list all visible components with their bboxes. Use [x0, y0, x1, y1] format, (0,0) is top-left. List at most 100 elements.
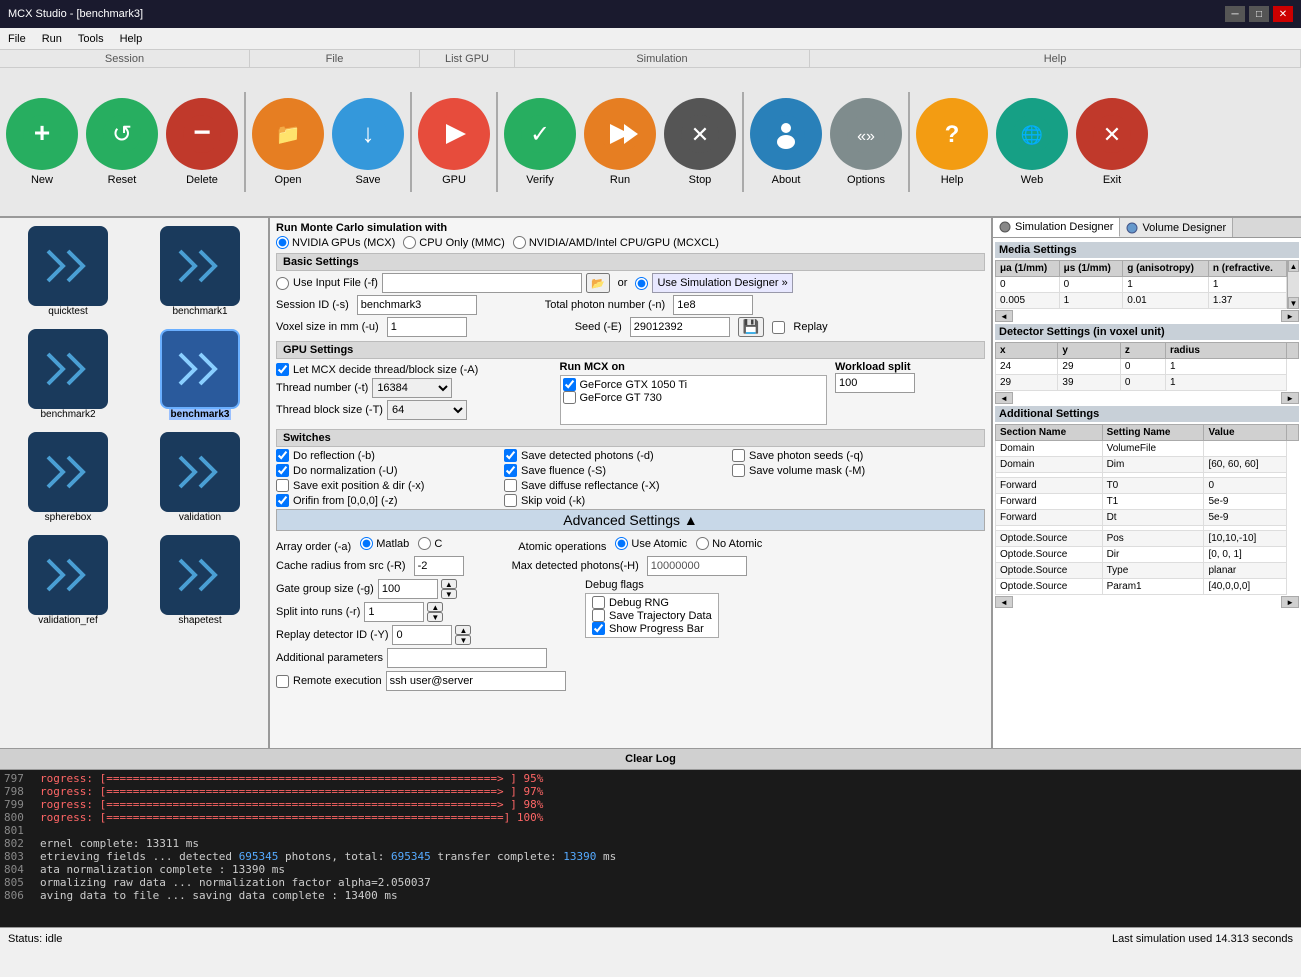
gate-down[interactable]: ▼: [441, 589, 457, 599]
menu-run[interactable]: Run: [34, 31, 70, 47]
about-button[interactable]: About: [746, 98, 826, 186]
sw9-checkbox[interactable]: [732, 449, 745, 462]
verify-button[interactable]: ✓ Verify: [500, 98, 580, 186]
debug-rng-row[interactable]: Debug RNG: [592, 596, 712, 609]
sw4-row[interactable]: Orifin from [0,0,0] (-z): [276, 494, 496, 507]
workload-value-field[interactable]: [835, 373, 915, 393]
session-item-validation-ref[interactable]: validation_ref: [8, 535, 128, 626]
media-scroll-right[interactable]: ►: [1281, 310, 1299, 322]
session-item-quicktest[interactable]: quicktest: [8, 226, 128, 317]
add-scroll-right[interactable]: ►: [1281, 596, 1299, 608]
use-input-file-radio[interactable]: [276, 277, 289, 290]
matlab-radio[interactable]: [360, 537, 373, 550]
session-item-shapetest[interactable]: shapetest: [140, 535, 260, 626]
options-button[interactable]: «» Options: [826, 98, 906, 186]
nvidia-gpu-radio[interactable]: [276, 236, 289, 249]
open-button[interactable]: 📁 Open: [248, 98, 328, 186]
cpu-only-option[interactable]: CPU Only (MMC): [403, 236, 505, 249]
thread-block-select[interactable]: 64: [387, 400, 467, 420]
tab-volume-designer[interactable]: Volume Designer: [1120, 218, 1233, 237]
media-scroll-up[interactable]: ▲: [1288, 260, 1299, 272]
det-scroll-left[interactable]: ◄: [995, 392, 1013, 404]
media-scroll-left[interactable]: ◄: [995, 310, 1013, 322]
gpu1-checkbox[interactable]: [563, 378, 576, 391]
seed-browse-button[interactable]: 💾: [738, 317, 765, 337]
sw4-checkbox[interactable]: [276, 494, 289, 507]
menu-file[interactable]: File: [0, 31, 34, 47]
amd-radio[interactable]: [513, 236, 526, 249]
log-area[interactable]: 797 rogress: [==========================…: [0, 770, 1301, 927]
run-button[interactable]: Run: [580, 98, 660, 186]
let-mcx-checkbox[interactable]: [276, 363, 289, 376]
gate-up[interactable]: ▲: [441, 579, 457, 589]
sw1-row[interactable]: Do reflection (-b): [276, 449, 496, 462]
remote-exec-checkbox[interactable]: [276, 675, 289, 688]
media-scroll-down[interactable]: ▼: [1288, 297, 1299, 309]
sw7-row[interactable]: Save diffuse reflectance (-X): [504, 479, 724, 492]
additional-params-field[interactable]: [387, 648, 547, 668]
gate-group-field[interactable]: [378, 579, 438, 599]
maximize-button[interactable]: □: [1249, 6, 1269, 22]
sw5-checkbox[interactable]: [504, 449, 517, 462]
show-progress-row[interactable]: Show Progress Bar: [592, 622, 712, 635]
tab-simulation-designer[interactable]: Simulation Designer: [993, 218, 1120, 237]
det-scroll-right[interactable]: ►: [1281, 392, 1299, 404]
new-button[interactable]: + New: [2, 98, 82, 186]
session-item-validation[interactable]: validation: [140, 432, 260, 523]
nvidia-gpu-option[interactable]: NVIDIA GPUs (MCX): [276, 236, 395, 249]
no-atomic-option[interactable]: No Atomic: [696, 537, 762, 550]
sw2-row[interactable]: Do normalization (-U): [276, 464, 496, 477]
total-photon-field[interactable]: [673, 295, 753, 315]
split-runs-field[interactable]: [364, 602, 424, 622]
replay-det-field[interactable]: [392, 625, 452, 645]
reset-button[interactable]: ↺ Reset: [82, 98, 162, 186]
matlab-option[interactable]: Matlab: [360, 537, 409, 550]
session-item-benchmark3[interactable]: benchmark3: [140, 329, 260, 420]
c-radio[interactable]: [418, 537, 431, 550]
use-designer-radio[interactable]: [635, 277, 648, 290]
close-button[interactable]: ✕: [1273, 6, 1293, 22]
sw7-checkbox[interactable]: [504, 479, 517, 492]
input-file-field[interactable]: [382, 273, 582, 293]
sw3-checkbox[interactable]: [276, 479, 289, 492]
max-detected-field[interactable]: [647, 556, 747, 576]
voxel-size-field[interactable]: [387, 317, 467, 337]
amd-option[interactable]: NVIDIA/AMD/Intel CPU/GPU (MCXCL): [513, 236, 719, 249]
browse-button[interactable]: 📂: [586, 273, 610, 293]
sw10-row[interactable]: Save volume mask (-M): [732, 464, 912, 477]
menu-help[interactable]: Help: [112, 31, 151, 47]
sw8-row[interactable]: Skip void (-k): [504, 494, 724, 507]
session-item-spherebox[interactable]: spherebox: [8, 432, 128, 523]
use-atomic-radio[interactable]: [615, 537, 628, 550]
cpu-only-radio[interactable]: [403, 236, 416, 249]
seed-field[interactable]: [630, 317, 730, 337]
no-atomic-radio[interactable]: [696, 537, 709, 550]
sw3-row[interactable]: Save exit position & dir (-x): [276, 479, 496, 492]
sw6-row[interactable]: Save fluence (-S): [504, 464, 724, 477]
advanced-settings-collapse[interactable]: Advanced Settings ▲: [276, 509, 985, 531]
save-trajectory-checkbox[interactable]: [592, 609, 605, 622]
log-clear-button[interactable]: Clear Log: [0, 748, 1301, 770]
help-button[interactable]: ? Help: [912, 98, 992, 186]
save-trajectory-row[interactable]: Save Trajectory Data: [592, 609, 712, 622]
gpu2-checkbox[interactable]: [563, 391, 576, 404]
replay-down[interactable]: ▼: [455, 635, 471, 645]
add-scroll-left[interactable]: ◄: [995, 596, 1013, 608]
split-down[interactable]: ▼: [427, 612, 443, 622]
session-id-field[interactable]: [357, 295, 477, 315]
minimize-button[interactable]: ─: [1225, 6, 1245, 22]
save-button[interactable]: ↓ Save: [328, 98, 408, 186]
show-progress-checkbox[interactable]: [592, 622, 605, 635]
replay-checkbox[interactable]: [772, 321, 785, 334]
use-simulation-designer-button[interactable]: Use Simulation Designer »: [652, 273, 792, 293]
gpu-button[interactable]: GPU: [414, 98, 494, 186]
thread-number-select[interactable]: 16384: [372, 378, 452, 398]
use-atomic-option[interactable]: Use Atomic: [615, 537, 687, 550]
exit-button[interactable]: ✕ Exit: [1072, 98, 1152, 186]
delete-button[interactable]: − Delete: [162, 98, 242, 186]
sw2-checkbox[interactable]: [276, 464, 289, 477]
sw6-checkbox[interactable]: [504, 464, 517, 477]
sw5-row[interactable]: Save detected photons (-d): [504, 449, 724, 462]
web-button[interactable]: 🌐 Web: [992, 98, 1072, 186]
sw1-checkbox[interactable]: [276, 449, 289, 462]
